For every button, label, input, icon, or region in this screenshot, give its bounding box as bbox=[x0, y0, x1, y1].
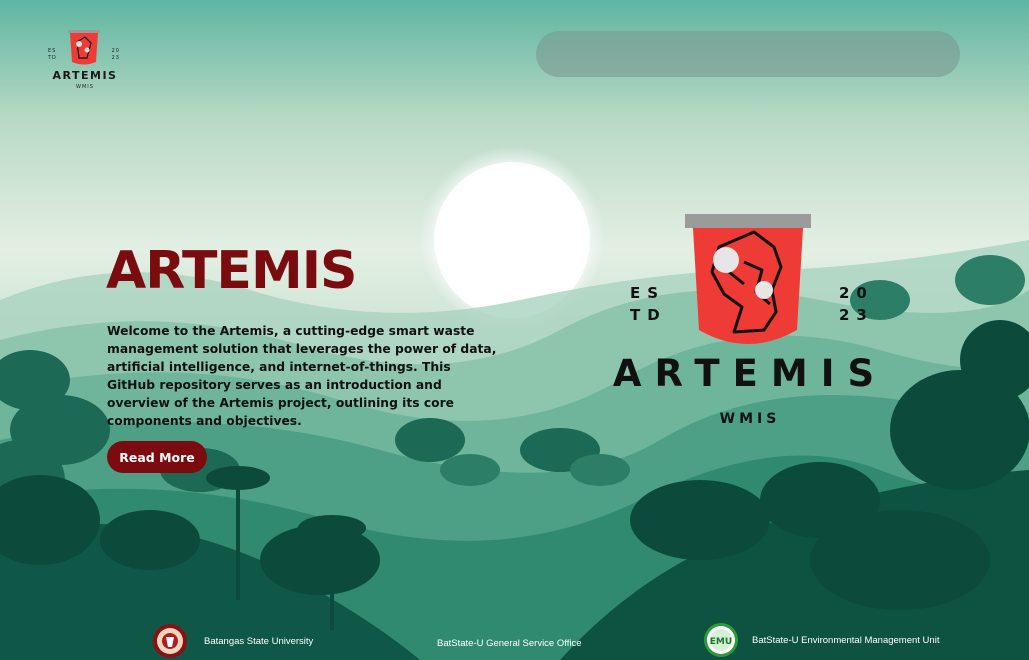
footer-link-emu[interactable]: BatState-U Environmental Management Unit bbox=[752, 635, 939, 646]
batstate-u-seal-icon bbox=[153, 624, 187, 658]
artemis-emblem: ES TD 20 23 ARTEMIS WMIS bbox=[600, 212, 900, 432]
hero-description: Welcome to the Artemis, a cutting-edge s… bbox=[107, 324, 497, 428]
emblem-est-right: 20 23 bbox=[839, 284, 874, 324]
top-nav-bar[interactable] bbox=[536, 31, 960, 77]
emu-seal-icon: EMU bbox=[704, 623, 738, 657]
footer-link-batstate-u[interactable]: Batangas State University bbox=[204, 636, 313, 647]
emblem-sub: WMIS bbox=[719, 411, 781, 427]
logo-est-right: 20 23 bbox=[111, 48, 120, 61]
logo-est-left: ES TD bbox=[48, 48, 57, 61]
logo-name: ARTEMIS bbox=[52, 69, 118, 82]
emu-seal-text: EMU bbox=[710, 637, 732, 647]
hero-title: ARTEMIS bbox=[106, 241, 357, 301]
footer-link-general-service-office[interactable]: BatState-U General Service Office bbox=[437, 638, 582, 649]
emblem-name: ARTEMIS bbox=[612, 352, 888, 395]
read-more-button[interactable]: Read More bbox=[107, 441, 207, 473]
trash-bin-icon bbox=[685, 214, 811, 344]
logo-sub: WMIS bbox=[76, 84, 94, 90]
header-logo[interactable]: ES TD 20 23 ARTEMIS WMIS bbox=[42, 30, 128, 92]
emblem-est-left: ES TD bbox=[630, 284, 667, 324]
trash-bin-icon bbox=[68, 30, 100, 65]
